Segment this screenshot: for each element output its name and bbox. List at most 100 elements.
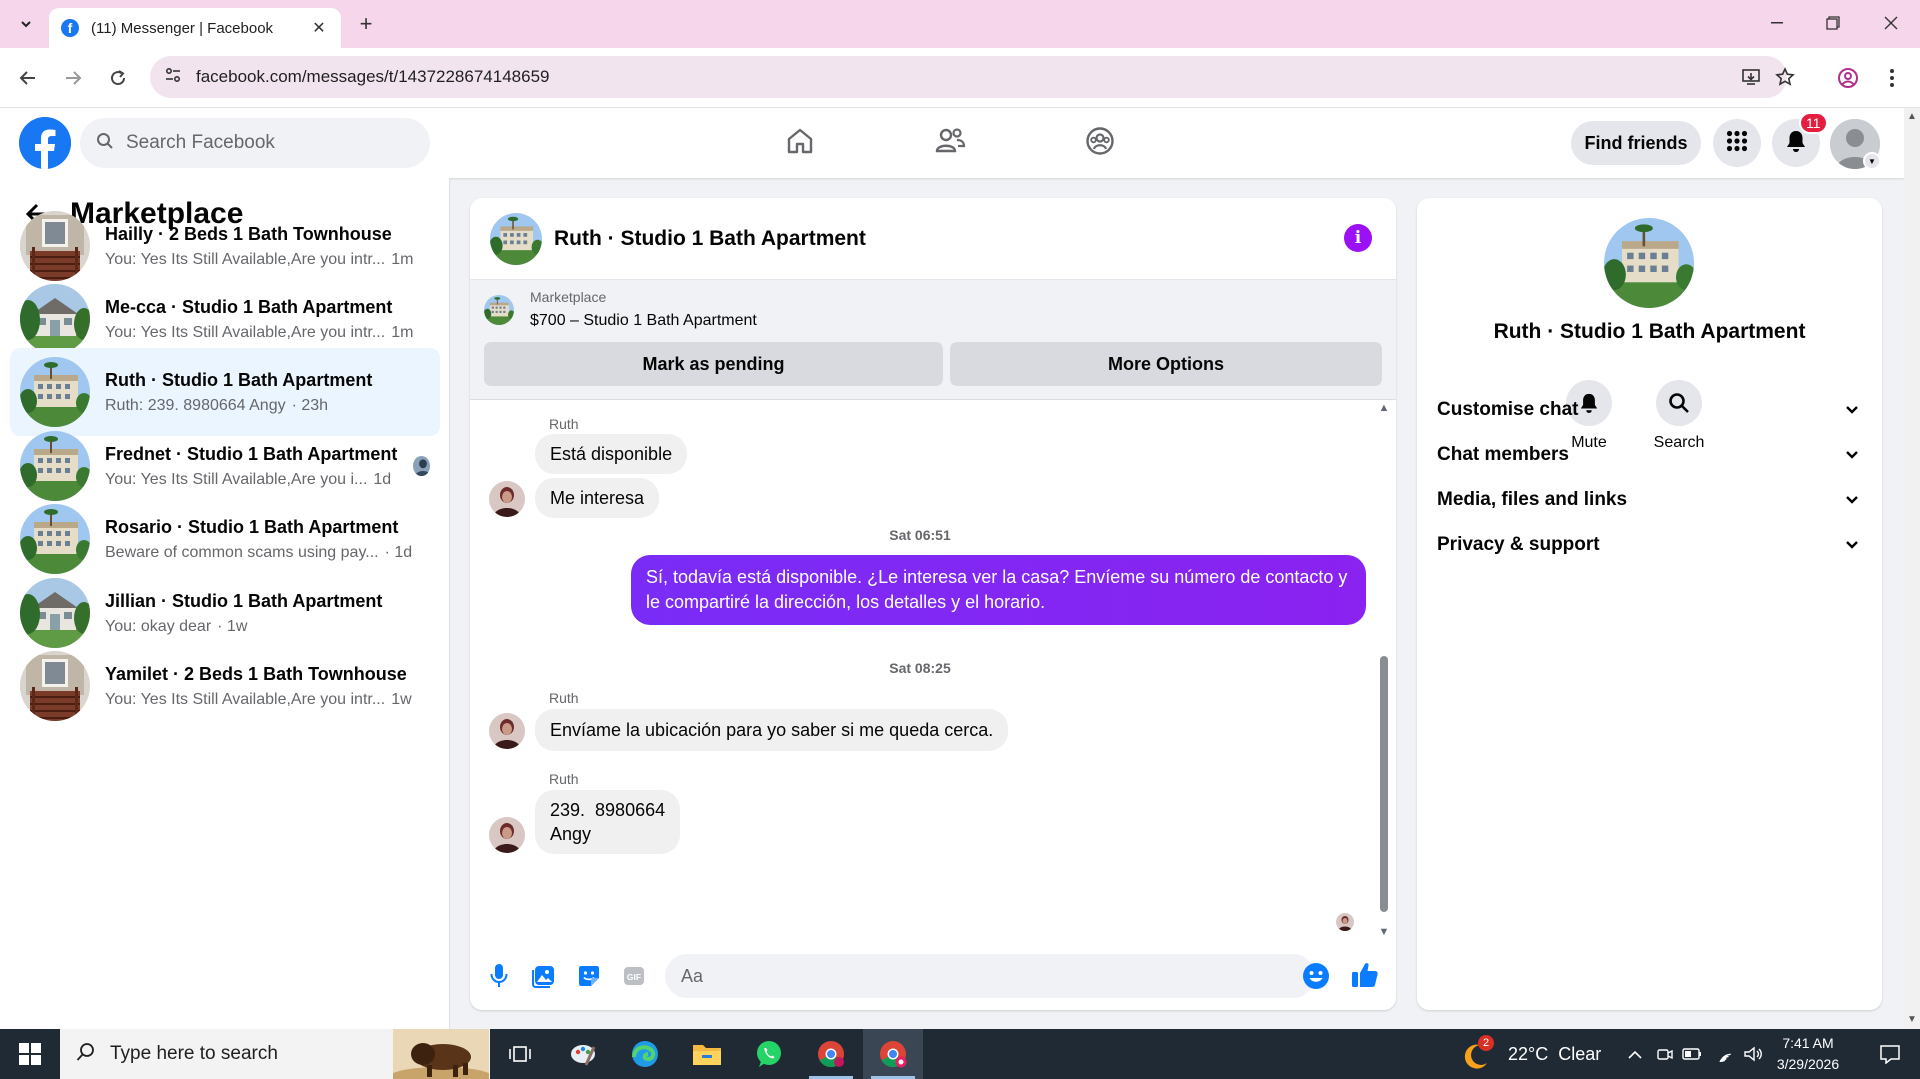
conversation-info-panel: Ruth · Studio 1 Bath Apartment Mute Sear… [1417, 198, 1882, 1010]
preview-time: 1w [391, 690, 412, 708]
profile-extension-icon[interactable] [1832, 62, 1864, 94]
wifi-icon[interactable] [1712, 1029, 1738, 1079]
file-explorer-icon[interactable] [677, 1029, 737, 1079]
taskbar-search-placeholder: Type here to search [110, 1043, 278, 1064]
info-name[interactable]: Ruth · Studio 1 Bath Apartment [1417, 320, 1882, 344]
conversation-name: Hailly · 2 Beds 1 Bath Townhouse [105, 223, 392, 244]
mark-as-pending-button[interactable]: Mark as pending [484, 342, 943, 386]
outgoing-message[interactable]: Sí, todavía está disponible. ¿Le interes… [631, 555, 1366, 625]
browser-tab[interactable]: f (11) Messenger | Facebook ✕ [49, 8, 341, 48]
info-section-media-files-links[interactable]: Media, files and links [1437, 478, 1862, 522]
sender-avatar[interactable] [489, 481, 525, 517]
windows-start-icon[interactable] [0, 1029, 60, 1079]
url-bar[interactable]: facebook.com/messages/t/1437228674148659 [150, 56, 1795, 98]
preview-text: You: Yes Its Still Available,Are you int… [105, 250, 386, 268]
chat-scroll-down-icon[interactable]: ▼ [1378, 926, 1390, 938]
info-section-chat-members[interactable]: Chat members [1437, 433, 1862, 477]
taskbar-search-icon [76, 1042, 96, 1066]
nav-groups[interactable] [1040, 108, 1160, 178]
conversation-text: Me-cca · Studio 1 Bath Apartment You: Yes… [105, 297, 415, 342]
conversation-text: Rosario · Studio 1 Bath Apartment Beware … [105, 517, 415, 562]
chat-title[interactable]: Ruth · Studio 1 Bath Apartment [554, 227, 866, 251]
message-input[interactable] [681, 965, 1241, 987]
gif-icon[interactable]: GIF [618, 960, 650, 992]
sticker-icon[interactable] [573, 960, 605, 992]
sender-name: Ruth [549, 690, 579, 706]
thumbs-up-icon[interactable] [1350, 960, 1382, 992]
chrome-profile-2-icon[interactable] [863, 1029, 923, 1079]
page-scrollbar[interactable]: ▲ ▼ [1904, 108, 1920, 1029]
conversation-item[interactable]: Yamilet · 2 Beds 1 Bath Townhouse You: Ye… [10, 642, 440, 730]
message-input-box[interactable] [665, 954, 1315, 998]
restore-icon[interactable] [1810, 8, 1856, 38]
reload-icon[interactable] [102, 62, 134, 94]
taskbar-clock[interactable]: 7:41 AM 3/29/2026 [1766, 1033, 1850, 1075]
browser-menu-icon[interactable] [1876, 62, 1908, 94]
message-timestamp: Sat 08:25 [889, 660, 951, 676]
facebook-search-input[interactable] [126, 132, 396, 154]
chrome-profile-1-icon[interactable] [801, 1029, 861, 1079]
bookmark-star-icon[interactable] [1769, 56, 1801, 98]
incoming-message[interactable]: Envíame la ubicación para yo saber si me… [535, 709, 1009, 751]
incoming-message[interactable]: Está disponible [535, 434, 688, 474]
paint-app-icon[interactable] [553, 1029, 613, 1079]
conversation-text: Ruth · Studio 1 Bath Apartment Ruth: 239.… [105, 370, 415, 415]
listing-price-title[interactable]: $700 – Studio 1 Bath Apartment [530, 312, 757, 330]
task-view-icon[interactable] [490, 1029, 550, 1079]
incoming-message[interactable]: 239. 8980664 Angy [535, 790, 681, 854]
chat-scroll-up-icon[interactable]: ▲ [1378, 402, 1390, 414]
address-bar-area: facebook.com/messages/t/1437228674148659 [0, 48, 1920, 108]
scroll-up-arrow-icon[interactable]: ▲ [1907, 112, 1917, 122]
conversation-thumbnail [20, 578, 90, 648]
conversation-name: Ruth · Studio 1 Bath Apartment [105, 369, 373, 390]
chat-scrollbar[interactable]: ▲ ▼ [1376, 400, 1392, 942]
weather-widget[interactable]: 2 22°C Clear [1460, 1029, 1601, 1079]
info-icon[interactable]: i [1344, 224, 1372, 252]
seen-indicator-avatar [1336, 913, 1354, 931]
menu-button[interactable] [1713, 119, 1761, 167]
tab-close-icon[interactable]: ✕ [309, 18, 329, 38]
nav-friends[interactable] [890, 108, 1010, 178]
facebook-logo-icon[interactable] [19, 117, 71, 169]
scroll-down-arrow-icon[interactable]: ▼ [1907, 1015, 1917, 1025]
info-section-customise-chat[interactable]: Customise chat [1437, 388, 1862, 432]
browser-tab-bar: f (11) Messenger | Facebook ✕ + [0, 0, 1920, 48]
photo-icon[interactable] [528, 960, 560, 992]
find-friends-button[interactable]: Find friends [1571, 121, 1701, 165]
close-window-icon[interactable] [1868, 8, 1914, 38]
battery-icon[interactable] [1679, 1029, 1705, 1079]
new-tab-icon[interactable]: + [352, 10, 380, 38]
taskbar-search-box[interactable]: Type here to search [60, 1029, 490, 1079]
incoming-message[interactable]: Me interesa [535, 478, 660, 518]
tab-search-dropdown-icon[interactable] [12, 10, 40, 38]
install-app-icon[interactable] [1735, 56, 1767, 98]
more-options-button[interactable]: More Options [950, 342, 1382, 386]
whatsapp-icon[interactable] [739, 1029, 799, 1079]
action-center-icon[interactable] [1860, 1029, 1920, 1079]
account-caret-icon[interactable]: ▼ [1863, 152, 1881, 170]
sender-avatar[interactable] [489, 817, 525, 853]
conversation-thumbnail [20, 431, 90, 501]
chevron-down-icon [1842, 445, 1862, 465]
facebook-search-box[interactable] [80, 118, 430, 168]
listing-thumbnail[interactable] [484, 295, 514, 325]
emoji-icon[interactable] [1302, 962, 1330, 990]
back-icon[interactable] [12, 62, 44, 94]
conversation-text: Frednet · Studio 1 Bath Apartment You: Ye… [105, 444, 397, 489]
microphone-icon[interactable] [483, 960, 515, 992]
minimize-icon[interactable] [1754, 8, 1800, 38]
edge-browser-icon[interactable] [615, 1029, 675, 1079]
site-info-icon[interactable] [164, 66, 182, 88]
info-section-privacy-support[interactable]: Privacy & support [1437, 523, 1862, 567]
chevron-down-icon [1842, 490, 1862, 510]
chat-scroll-thumb[interactable] [1380, 656, 1388, 912]
nav-home[interactable] [740, 108, 860, 178]
meet-now-icon[interactable] [1652, 1029, 1678, 1079]
chat-avatar[interactable] [490, 212, 542, 265]
sender-avatar[interactable] [489, 713, 525, 749]
show-hidden-icons-chevron-icon[interactable] [1622, 1029, 1648, 1079]
volume-icon[interactable] [1740, 1029, 1766, 1079]
forward-icon[interactable] [57, 62, 89, 94]
info-avatar[interactable] [1604, 218, 1694, 308]
facebook-header: Find friends 11 ▼ [0, 108, 1904, 178]
